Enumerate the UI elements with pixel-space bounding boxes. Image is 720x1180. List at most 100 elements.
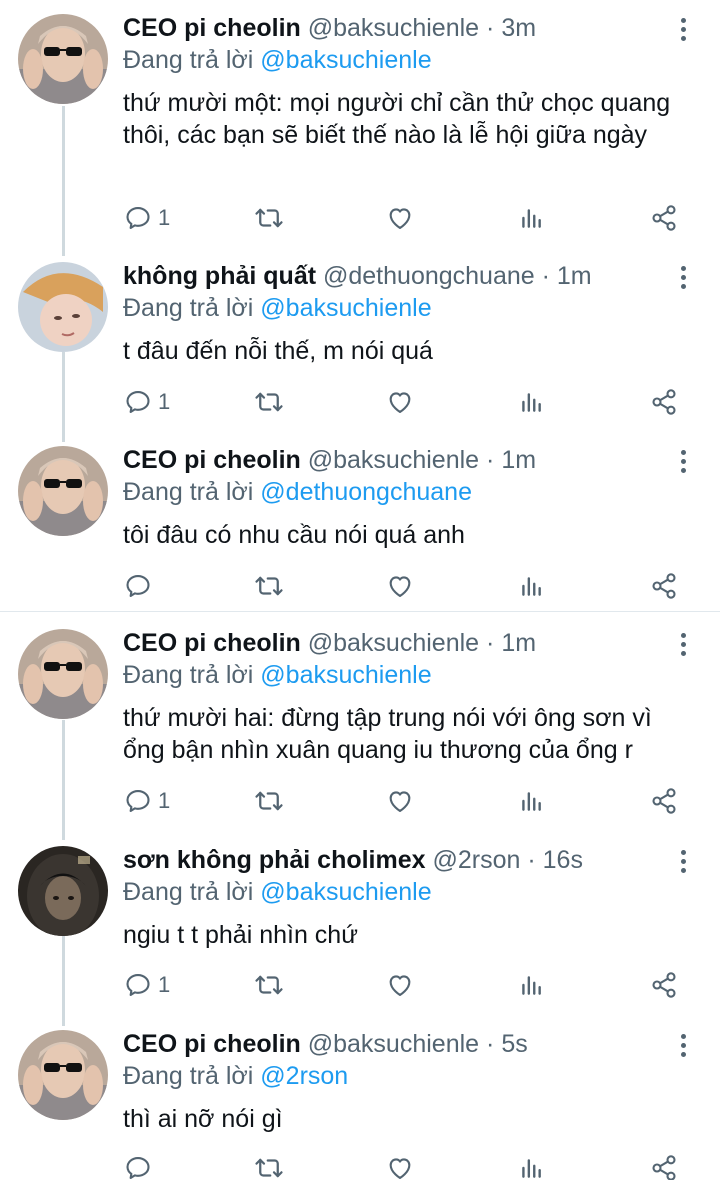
share-button[interactable] (650, 1148, 678, 1180)
display-name[interactable]: CEO pi cheolin (123, 629, 301, 657)
views-button[interactable] (518, 965, 544, 1005)
display-name[interactable]: không phải quất (123, 262, 316, 290)
share-icon (650, 1154, 678, 1180)
share-button[interactable] (650, 198, 678, 238)
more-options-icon[interactable] (673, 633, 693, 659)
reply-count: 1 (158, 788, 171, 813)
action-bar: 1 (0, 382, 720, 422)
share-icon (650, 388, 678, 416)
share-icon (650, 971, 678, 999)
user-handle[interactable]: @dethuongchuane (323, 262, 535, 290)
heart-icon (386, 204, 414, 232)
display-name[interactable]: sơn không phải cholimex (123, 846, 426, 874)
heart-icon (386, 787, 414, 815)
avatar[interactable] (18, 1030, 108, 1120)
reply-icon (124, 572, 152, 600)
display-name[interactable]: CEO pi cheolin (123, 14, 301, 42)
share-button[interactable] (650, 566, 678, 606)
timestamp[interactable]: 5s (501, 1030, 527, 1058)
reply-icon (124, 971, 152, 999)
retweet-button[interactable] (254, 382, 284, 422)
replying-to: Đang trả lời @baksuchienle (123, 44, 432, 76)
views-button[interactable] (518, 198, 544, 238)
views-button[interactable] (518, 781, 544, 821)
sunglasses-guy-avatar (18, 1030, 108, 1120)
retweet-icon (254, 970, 284, 1000)
more-options-icon[interactable] (673, 18, 693, 44)
tweet[interactable]: CEO pi cheolin @baksuchienle · 1m Đang t… (0, 615, 720, 830)
views-button[interactable] (518, 566, 544, 606)
retweet-button[interactable] (254, 781, 284, 821)
replying-prefix: Đang trả lời (123, 294, 254, 322)
retweet-button[interactable] (254, 1148, 284, 1180)
like-button[interactable] (386, 382, 414, 422)
replying-prefix: Đang trả lời (123, 878, 254, 906)
timestamp[interactable]: 3m (501, 14, 536, 42)
replying-prefix: Đang trả lời (123, 1062, 254, 1090)
reply-button[interactable]: 1 (124, 781, 170, 821)
sunglasses-guy-avatar (18, 14, 108, 104)
tweet[interactable]: CEO pi cheolin @baksuchienle · 1m Đang t… (0, 432, 720, 610)
views-button[interactable] (518, 382, 544, 422)
replying-to: Đang trả lời @baksuchienle (123, 292, 432, 324)
reply-button[interactable]: 1 (124, 965, 170, 1005)
avatar[interactable] (18, 14, 108, 104)
reply-button[interactable]: 1 (124, 382, 170, 422)
avatar[interactable] (18, 262, 108, 352)
timestamp[interactable]: 1m (501, 446, 536, 474)
retweet-button[interactable] (254, 198, 284, 238)
share-icon (650, 787, 678, 815)
reply-icon (124, 1154, 152, 1180)
tweet[interactable]: không phải quất @dethuongchuane · 1m Đan… (0, 248, 720, 428)
separator-dot: · (486, 629, 495, 657)
heart-icon (386, 971, 414, 999)
reply-button[interactable] (124, 1148, 158, 1180)
user-handle[interactable]: @2rson (433, 846, 521, 874)
mention-link[interactable]: @baksuchienle (260, 661, 431, 689)
views-button[interactable] (518, 1148, 544, 1180)
like-button[interactable] (386, 965, 414, 1005)
user-handle[interactable]: @baksuchienle (308, 629, 479, 657)
timestamp[interactable]: 1m (501, 629, 536, 657)
like-button[interactable] (386, 781, 414, 821)
reply-button[interactable]: 1 (124, 198, 170, 238)
share-button[interactable] (650, 965, 678, 1005)
more-options-icon[interactable] (673, 850, 693, 876)
sunglasses-guy-avatar (18, 446, 108, 536)
avatar[interactable] (18, 846, 108, 936)
user-handle[interactable]: @baksuchienle (308, 14, 479, 42)
share-button[interactable] (650, 781, 678, 821)
user-handle[interactable]: @baksuchienle (308, 1030, 479, 1058)
reply-count: 1 (158, 205, 171, 230)
retweet-icon (254, 387, 284, 417)
display-name[interactable]: CEO pi cheolin (123, 446, 301, 474)
tweet[interactable]: sơn không phải cholimex @2rson · 16s Đan… (0, 832, 720, 1012)
more-options-icon[interactable] (673, 266, 693, 292)
mention-link[interactable]: @baksuchienle (260, 294, 431, 322)
timestamp[interactable]: 1m (557, 262, 592, 290)
mention-link[interactable]: @baksuchienle (260, 46, 431, 74)
like-button[interactable] (386, 566, 414, 606)
reply-icon (124, 204, 152, 232)
user-handle[interactable]: @baksuchienle (308, 446, 479, 474)
avatar[interactable] (18, 629, 108, 719)
timestamp[interactable]: 16s (543, 846, 583, 874)
separator-dot: · (486, 1030, 495, 1058)
tweet-text: ngiu t t phải nhìn chứ (123, 921, 358, 949)
tweet[interactable]: CEO pi cheolin @baksuchienle · 5s Đang t… (0, 1016, 720, 1180)
retweet-button[interactable] (254, 965, 284, 1005)
retweet-button[interactable] (254, 566, 284, 606)
tweet[interactable]: CEO pi cheolin @baksuchienle · 3m Đang t… (0, 0, 720, 245)
views-icon (518, 1155, 544, 1180)
like-button[interactable] (386, 198, 414, 238)
more-options-icon[interactable] (673, 1034, 693, 1060)
mention-link[interactable]: @baksuchienle (260, 878, 431, 906)
mention-link[interactable]: @2rson (260, 1062, 348, 1090)
mention-link[interactable]: @dethuongchuane (260, 478, 472, 506)
display-name[interactable]: CEO pi cheolin (123, 1030, 301, 1058)
reply-button[interactable] (124, 566, 158, 606)
like-button[interactable] (386, 1148, 414, 1180)
more-options-icon[interactable] (673, 450, 693, 476)
share-button[interactable] (650, 382, 678, 422)
avatar[interactable] (18, 446, 108, 536)
